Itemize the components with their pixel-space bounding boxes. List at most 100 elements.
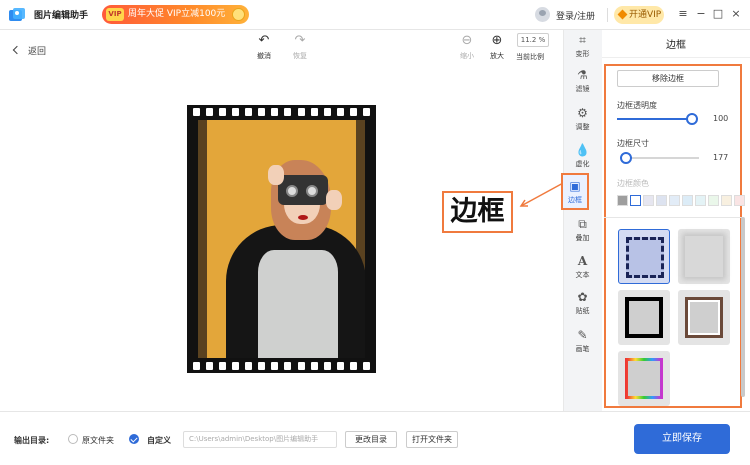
- zoom-out-button[interactable]: ⊖ 缩小: [456, 34, 478, 61]
- color-swatch[interactable]: [695, 195, 706, 206]
- divider: [602, 57, 750, 58]
- maximize-icon[interactable]: □: [711, 7, 725, 21]
- promo-banner[interactable]: VIP 周年大促 VIP立减100元: [102, 5, 249, 24]
- size-slider-handle[interactable]: [620, 152, 632, 164]
- sticker-icon: ✿: [577, 290, 588, 304]
- color-swatch[interactable]: [656, 195, 667, 206]
- color-swatch[interactable]: [708, 195, 719, 206]
- panel-scrollbar[interactable]: [741, 217, 745, 397]
- app-window: 图片编辑助手 VIP 周年大促 VIP立减100元 登录/注册 开通VIP ≡ …: [0, 0, 750, 465]
- color-swatch[interactable]: [721, 195, 732, 206]
- redo-label: 恢复: [293, 52, 307, 60]
- login-link[interactable]: 登录/注册: [556, 9, 595, 22]
- tool-adjust[interactable]: ⚙ 调整: [563, 106, 602, 132]
- current-ratio-label: 当前比例: [516, 53, 544, 61]
- callout-arrow-icon: [519, 181, 566, 207]
- app-logo-icon: [9, 8, 25, 21]
- change-dir-button[interactable]: 更改目录: [345, 431, 397, 448]
- redo-button[interactable]: ↷ 恢复: [288, 34, 312, 61]
- chevron-left-icon: [12, 45, 22, 55]
- remove-frame-button[interactable]: 移除边框: [617, 70, 719, 87]
- minimize-icon[interactable]: −: [694, 7, 708, 21]
- tool-label: 边框: [568, 196, 582, 204]
- tool-blur[interactable]: 💧 虚化: [563, 143, 602, 169]
- opacity-slider[interactable]: [617, 113, 698, 125]
- color-swatch[interactable]: [734, 195, 745, 206]
- opacity-slider-fill: [617, 118, 692, 120]
- back-label: 返回: [28, 47, 47, 57]
- opacity-label: 边框透明度: [617, 101, 657, 110]
- panel-title: 边框: [666, 40, 686, 51]
- frame-option-shadow[interactable]: [678, 229, 730, 284]
- size-slider[interactable]: [620, 152, 699, 164]
- adjust-icon: ⚙: [577, 106, 588, 120]
- color-swatch[interactable]: [669, 195, 680, 206]
- output-path-field[interactable]: C:\Users\admin\Desktop\图片编辑助手: [183, 431, 337, 448]
- canvas-image[interactable]: [187, 105, 376, 373]
- custom-folder-label[interactable]: 自定义: [147, 435, 171, 446]
- promo-vip-tag: VIP: [106, 8, 124, 21]
- radio-custom-folder[interactable]: [129, 434, 139, 444]
- brush-icon: ✎: [577, 328, 588, 342]
- open-vip-button[interactable]: 开通VIP: [614, 6, 664, 24]
- tool-filter[interactable]: ⚗ 滤镜: [563, 68, 602, 94]
- crop-icon: ⌗: [579, 33, 586, 47]
- original-folder-label[interactable]: 原文件夹: [82, 435, 114, 446]
- size-value[interactable]: 177: [713, 153, 728, 162]
- blur-icon: 💧: [575, 143, 590, 157]
- radio-original-folder[interactable]: [68, 434, 78, 444]
- text-icon: A: [577, 254, 588, 268]
- frame-option-film[interactable]: [618, 229, 670, 284]
- callout-label: 边框: [442, 191, 513, 233]
- film-holes-bottom: [193, 362, 370, 370]
- frame-option-brown[interactable]: [678, 290, 730, 345]
- tool-label: 调整: [575, 123, 590, 131]
- photo: [198, 120, 365, 358]
- color-label: 边框颜色: [617, 179, 649, 188]
- zoom-in-label: 放大: [490, 52, 504, 60]
- close-icon[interactable]: ×: [729, 7, 743, 21]
- tool-brush[interactable]: ✎ 画笔: [563, 328, 602, 354]
- tool-frame[interactable]: ▣ 边框: [561, 179, 589, 205]
- tool-label: 滤镜: [575, 85, 590, 93]
- menu-icon[interactable]: ≡: [676, 7, 690, 21]
- color-swatch[interactable]: [643, 195, 654, 206]
- size-label: 边框尺寸: [617, 139, 649, 148]
- zoom-in-button[interactable]: ⊕ 放大: [486, 34, 508, 61]
- promo-text: 周年大促 VIP立减100元: [128, 9, 226, 19]
- opacity-value[interactable]: 100: [713, 114, 728, 123]
- redo-icon: ↷: [294, 33, 306, 48]
- color-swatch[interactable]: [617, 195, 628, 206]
- tool-label: 叠加: [575, 234, 590, 242]
- diamond-icon: [617, 9, 628, 20]
- tool-text[interactable]: A 文本: [563, 254, 602, 280]
- undo-button[interactable]: ↶ 撤消: [252, 34, 276, 61]
- avatar[interactable]: [535, 7, 550, 22]
- coin-icon: [232, 8, 245, 21]
- zoom-in-icon: ⊕: [491, 33, 503, 48]
- save-now-button[interactable]: 立即保存: [634, 424, 730, 454]
- zoom-value[interactable]: 11.2 %: [517, 33, 549, 47]
- back-button[interactable]: 返回: [12, 44, 47, 57]
- frame-option-black[interactable]: [618, 290, 670, 345]
- undo-label: 撤消: [257, 52, 271, 60]
- open-folder-button[interactable]: 打开文件夹: [406, 431, 458, 448]
- color-swatches: [617, 195, 745, 206]
- color-swatch[interactable]: [630, 195, 641, 206]
- frame-option-rainbow[interactable]: [618, 351, 670, 406]
- undo-icon: ↶: [258, 33, 270, 48]
- app-name: 图片编辑助手: [34, 11, 89, 21]
- zoom-out-icon: ⊖: [461, 33, 473, 48]
- tool-label: 虚化: [575, 160, 590, 168]
- opacity-slider-handle[interactable]: [686, 113, 698, 125]
- tool-transform[interactable]: ⌗ 变形: [563, 33, 602, 59]
- tool-overlay[interactable]: ⧉ 叠加: [563, 217, 602, 243]
- callout-text: 边框: [450, 196, 505, 227]
- color-swatch[interactable]: [682, 195, 693, 206]
- divider: [607, 8, 608, 22]
- tool-sticker[interactable]: ✿ 贴纸: [563, 290, 602, 316]
- zoom-out-label: 缩小: [460, 52, 474, 60]
- tool-label: 文本: [575, 271, 590, 279]
- tool-label: 变形: [575, 50, 590, 58]
- film-holes-top: [193, 108, 370, 116]
